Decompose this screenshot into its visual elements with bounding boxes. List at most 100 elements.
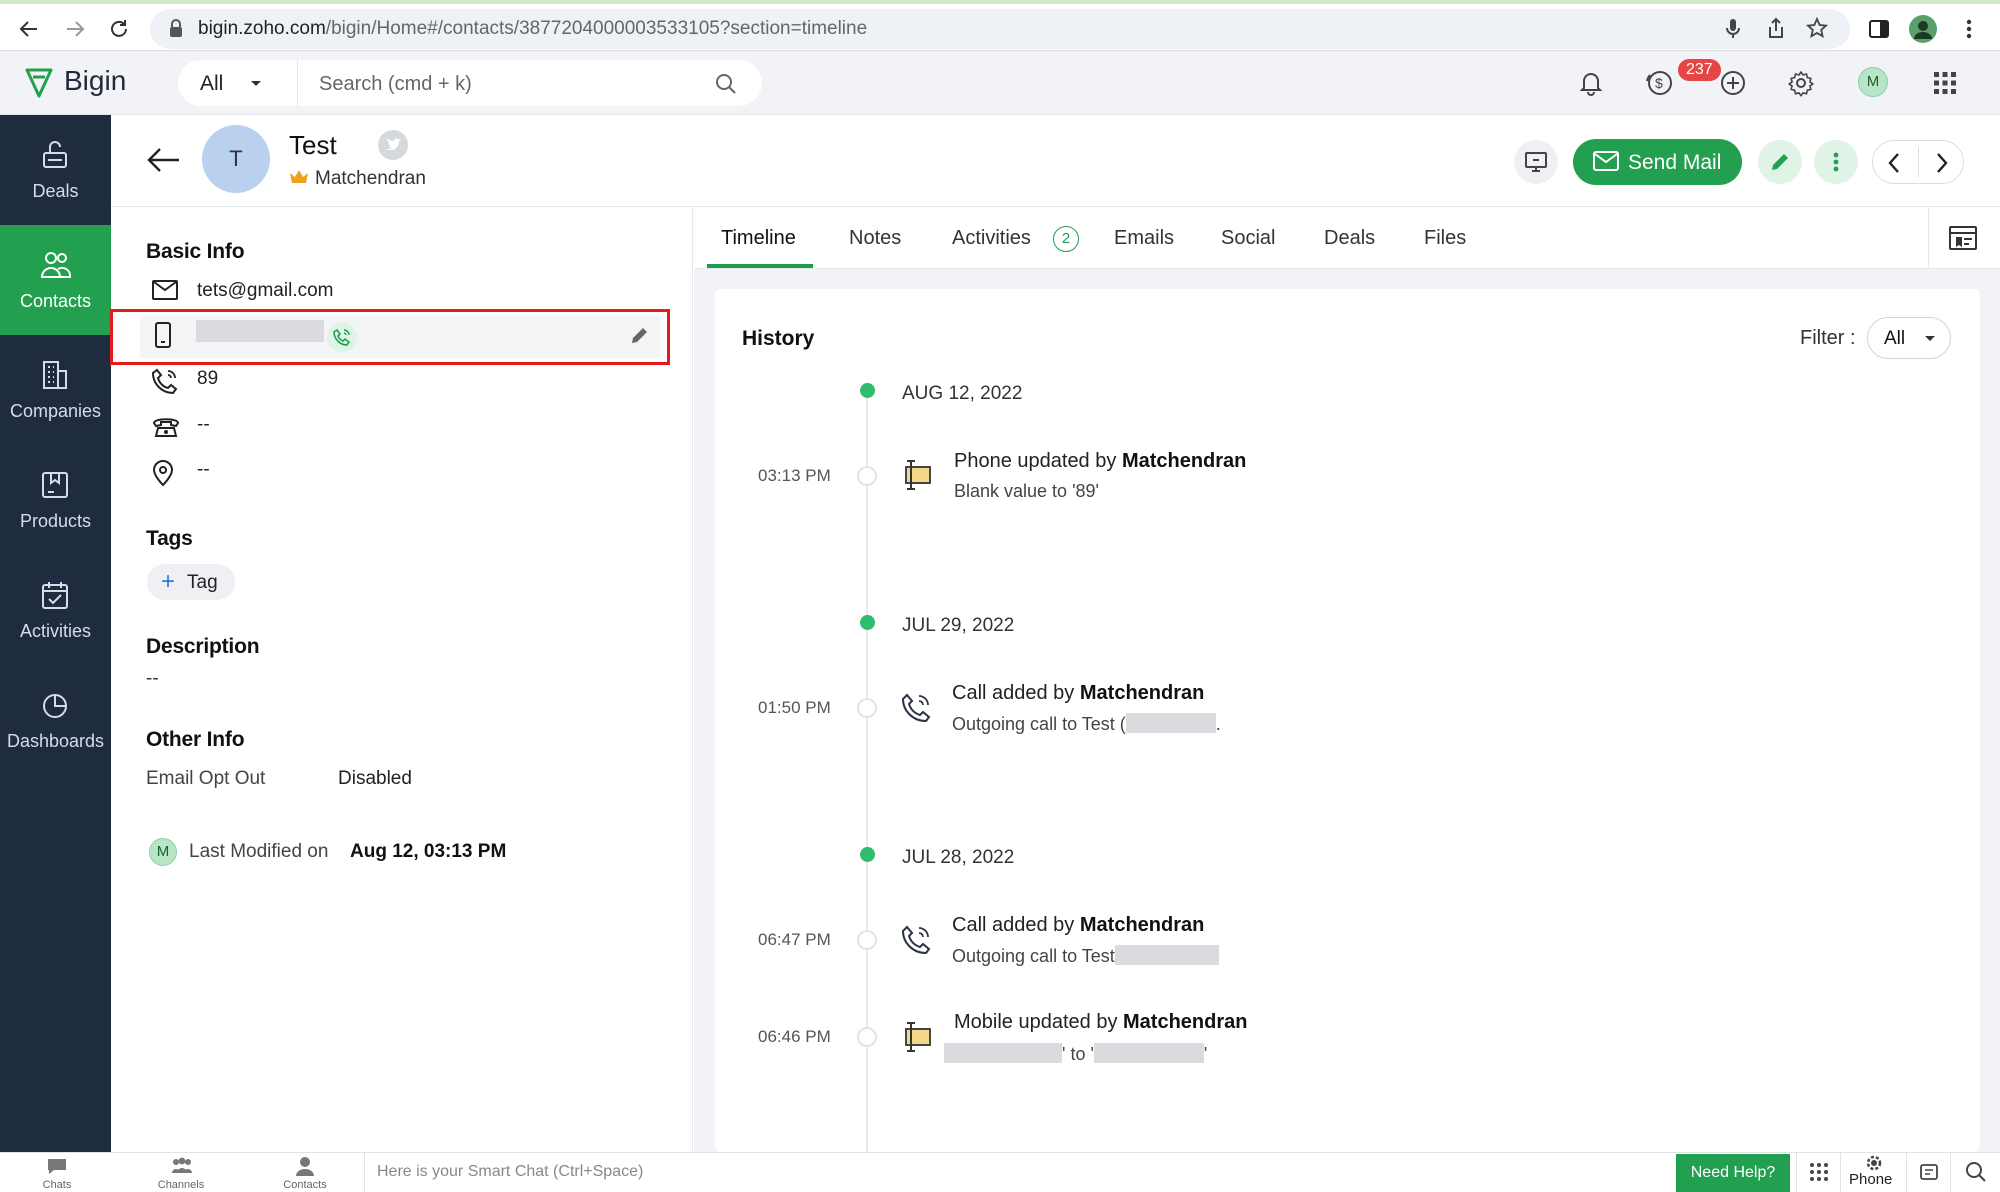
smart-chat-placeholder: Here is your Smart Chat (Ctrl+Space) — [377, 1163, 644, 1180]
modifier-avatar: M — [149, 838, 177, 866]
forward-arrow-icon[interactable] — [60, 14, 90, 44]
subscription-dollar-icon[interactable]: $ — [1642, 66, 1676, 100]
side-panel-icon[interactable] — [1864, 14, 1894, 44]
date-marker — [860, 383, 875, 398]
bigin-logo-icon[interactable] — [24, 67, 54, 99]
landline-phone-icon — [152, 414, 180, 438]
search-scope-select[interactable]: All — [200, 72, 223, 96]
sidebar-item-products[interactable]: Products — [0, 445, 111, 555]
sidebar-item-dashboards[interactable]: Dashboards — [0, 665, 111, 775]
date-label: JUL 28, 2022 — [902, 847, 1015, 868]
sidebar-item-label: Dashboards — [6, 731, 105, 751]
smart-chat-input[interactable]: Here is your Smart Chat (Ctrl+Space) — [364, 1152, 1674, 1192]
contact-person-icon — [294, 1156, 316, 1176]
address-bar[interactable]: bigin.zoho.com/bigin/Home#/contacts/3877… — [150, 9, 1850, 49]
sidebar-item-activities[interactable]: Activities — [0, 555, 111, 665]
reload-icon[interactable] — [104, 14, 134, 44]
global-search[interactable]: All Search (cmd + k) — [178, 60, 762, 106]
notification-badge: 237 — [1678, 59, 1721, 81]
need-help-button[interactable]: Need Help? — [1676, 1154, 1790, 1192]
next-record-icon[interactable] — [1935, 152, 1949, 174]
bookmark-star-icon[interactable] — [1806, 17, 1828, 39]
email-row[interactable]: tets@gmail.com — [140, 272, 660, 312]
bottom-search-button[interactable] — [1950, 1152, 2000, 1192]
back-arrow-icon[interactable] — [14, 14, 44, 44]
sidebar-item-contacts[interactable]: Contacts — [0, 225, 111, 335]
url-text: bigin.zoho.com/bigin/Home#/contacts/3877… — [198, 18, 868, 39]
tab-timeline[interactable]: Timeline — [721, 227, 796, 250]
customize-tabs-icon[interactable] — [1948, 225, 1978, 253]
tab-emails[interactable]: Emails — [1114, 227, 1174, 250]
send-mail-button[interactable]: Send Mail — [1573, 139, 1742, 185]
channels-label: Channels — [157, 1179, 205, 1191]
email-opt-out-label: Email Opt Out — [146, 768, 266, 789]
last-modified-label: Last Modified on — [189, 841, 329, 862]
app-name[interactable]: Bigin — [64, 65, 126, 97]
email-value[interactable]: tets@gmail.com — [197, 280, 334, 302]
twitter-icon[interactable] — [378, 130, 408, 160]
tab-activities[interactable]: Activities — [952, 227, 1031, 250]
settings-gear-icon[interactable] — [1784, 66, 1818, 100]
event-time: 06:46 PM — [758, 1027, 831, 1046]
apps-grid-icon[interactable] — [1928, 66, 1962, 100]
back-arrow-icon[interactable] — [145, 145, 181, 175]
redacted-value — [944, 1043, 1062, 1063]
location-pin-icon — [152, 459, 174, 487]
event-time: 06:47 PM — [758, 930, 831, 949]
edit-record-button[interactable] — [1758, 140, 1802, 184]
add-tag-button[interactable]: + Tag — [147, 564, 235, 600]
date-marker — [860, 615, 875, 630]
tab-files[interactable]: Files — [1424, 227, 1466, 250]
filter-select[interactable]: All — [1867, 317, 1951, 359]
bell-icon[interactable] — [1574, 66, 1608, 100]
dialpad-button[interactable] — [1796, 1152, 1840, 1192]
sticky-note-icon — [1919, 1162, 1939, 1182]
previous-record-icon[interactable] — [1887, 152, 1901, 174]
phone-value[interactable]: 89 — [197, 368, 218, 390]
basic-info-title: Basic Info — [146, 240, 245, 263]
share-icon[interactable] — [1766, 17, 1786, 39]
date-label: AUG 12, 2022 — [902, 383, 1023, 404]
browser-menu-icon[interactable] — [1954, 14, 1984, 44]
event-marker — [857, 698, 877, 718]
dialpad-icon — [1809, 1162, 1829, 1182]
microphone-icon[interactable] — [1724, 18, 1742, 40]
screen-share-button[interactable] — [1514, 140, 1558, 184]
tab-notes[interactable]: Notes — [849, 227, 901, 250]
activities-count-badge: 2 — [1053, 226, 1079, 252]
phone-settings-icon — [1866, 1155, 1882, 1171]
search-icon[interactable] — [714, 72, 738, 96]
record-owner[interactable]: Matchendran — [315, 168, 426, 190]
tab-deals[interactable]: Deals — [1324, 227, 1375, 250]
chevron-down-icon — [1924, 335, 1936, 343]
phone-button[interactable]: Phone — [1840, 1152, 1906, 1192]
plus-icon: + — [161, 568, 176, 595]
channels-button[interactable]: Channels — [146, 1152, 216, 1192]
sidebar-item-deals[interactable]: Deals — [0, 115, 111, 225]
address-row: -- — [140, 451, 660, 491]
pencil-icon — [1772, 154, 1788, 170]
event-detail: Outgoing call to Test (. — [952, 713, 1221, 734]
event-marker — [857, 466, 877, 486]
tab-social[interactable]: Social — [1221, 227, 1275, 250]
sidebar-item-companies[interactable]: Companies — [0, 335, 111, 445]
history-title: History — [742, 327, 815, 350]
event-time: 03:13 PM — [758, 466, 831, 485]
event-title: Phone updated by Matchendran — [954, 450, 1247, 472]
field-update-icon — [900, 1020, 934, 1054]
contacts-button[interactable]: Contacts — [270, 1152, 340, 1192]
more-options-button[interactable] — [1814, 140, 1858, 184]
call-icon — [900, 924, 932, 956]
profile-avatar-icon[interactable] — [1908, 14, 1938, 44]
chevron-down-icon[interactable] — [250, 80, 262, 88]
phone-row[interactable]: 89 — [140, 360, 660, 400]
chats-button[interactable]: Chats — [22, 1152, 92, 1192]
deals-icon — [40, 139, 70, 171]
event-detail: ' to ' ' — [944, 1043, 1207, 1065]
search-input[interactable]: Search (cmd + k) — [319, 73, 472, 96]
sidebar: Deals Contacts Companies Products Activi… — [0, 115, 111, 1152]
notes-button[interactable] — [1906, 1152, 1950, 1192]
add-circle-icon[interactable] — [1716, 66, 1750, 100]
user-avatar[interactable]: M — [1858, 67, 1888, 97]
envelope-icon — [152, 280, 178, 300]
